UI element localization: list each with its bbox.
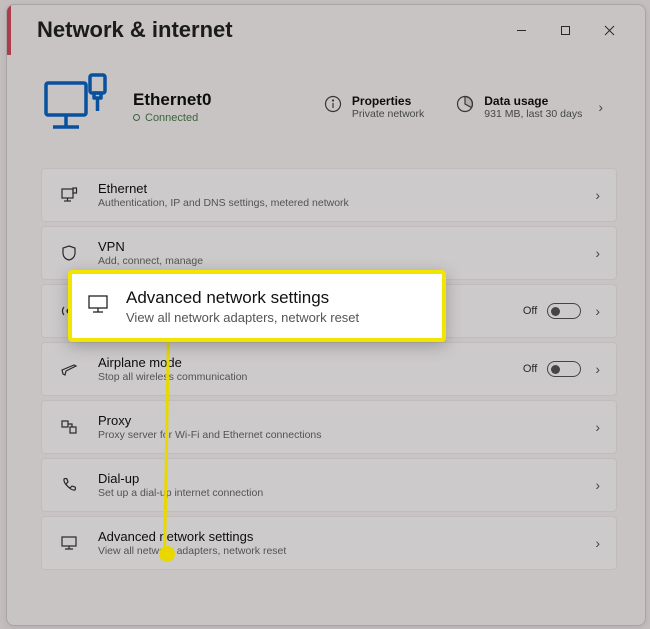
data-usage-sub: 931 MB, last 30 days [484, 108, 582, 120]
maximize-button[interactable] [543, 14, 587, 46]
airplane-toggle[interactable] [547, 361, 581, 377]
callout-title: Advanced network settings [126, 288, 359, 308]
hotspot-toggle[interactable] [547, 303, 581, 319]
row-ethernet[interactable]: Ethernet Authentication, IP and DNS sett… [41, 168, 617, 222]
network-header: Ethernet0 Connected Properties Private n… [41, 63, 617, 162]
connection-status: Connected [133, 112, 302, 124]
toggle-label: Off [523, 363, 537, 375]
chevron-right-icon: › [589, 361, 604, 377]
row-advanced-network-settings[interactable]: Advanced network settings View all netwo… [41, 516, 617, 570]
info-icon [324, 95, 342, 118]
shield-icon [58, 244, 80, 262]
callout-pointer-dot [159, 546, 175, 562]
desktop-icon [86, 292, 110, 321]
data-usage-title: Data usage [484, 94, 582, 108]
chevron-right-icon: › [589, 303, 604, 319]
page-title: Network & internet [37, 17, 499, 43]
desktop-icon [58, 534, 80, 552]
chevron-right-icon: › [589, 419, 604, 435]
properties-sub: Private network [352, 108, 424, 120]
highlight-callout: Advanced network settings View all netwo… [68, 270, 446, 342]
close-button[interactable] [587, 14, 631, 46]
connection-info: Ethernet0 Connected [133, 90, 302, 124]
connection-name: Ethernet0 [133, 90, 302, 110]
chevron-right-icon: › [589, 245, 604, 261]
chevron-right-icon: › [589, 477, 604, 493]
toggle-label: Off [523, 305, 537, 317]
row-airplane-mode[interactable]: Airplane mode Stop all wireless communic… [41, 342, 617, 396]
data-usage-icon [456, 95, 474, 118]
proxy-icon [58, 418, 80, 436]
row-dialup[interactable]: Dial-up Set up a dial-up internet connec… [41, 458, 617, 512]
minimize-button[interactable] [499, 14, 543, 46]
phone-icon [58, 476, 80, 494]
status-dot-icon [133, 114, 140, 121]
settings-list: Ethernet Authentication, IP and DNS sett… [41, 162, 617, 570]
properties-title: Properties [352, 94, 424, 108]
desktop-ethernet-icon [41, 69, 111, 144]
chevron-right-icon: › [589, 187, 604, 203]
data-usage-shortcut[interactable]: Data usage 931 MB, last 30 days › [456, 94, 617, 120]
airplane-icon [58, 360, 80, 378]
chevron-right-icon: › [589, 535, 604, 551]
row-proxy[interactable]: Proxy Proxy server for Wi-Fi and Etherne… [41, 400, 617, 454]
properties-shortcut[interactable]: Properties Private network [324, 94, 434, 120]
titlebar: Network & internet [7, 5, 645, 55]
callout-sub: View all network adapters, network reset [126, 310, 359, 325]
chevron-right-icon: › [592, 99, 607, 115]
ethernet-icon [58, 186, 80, 204]
